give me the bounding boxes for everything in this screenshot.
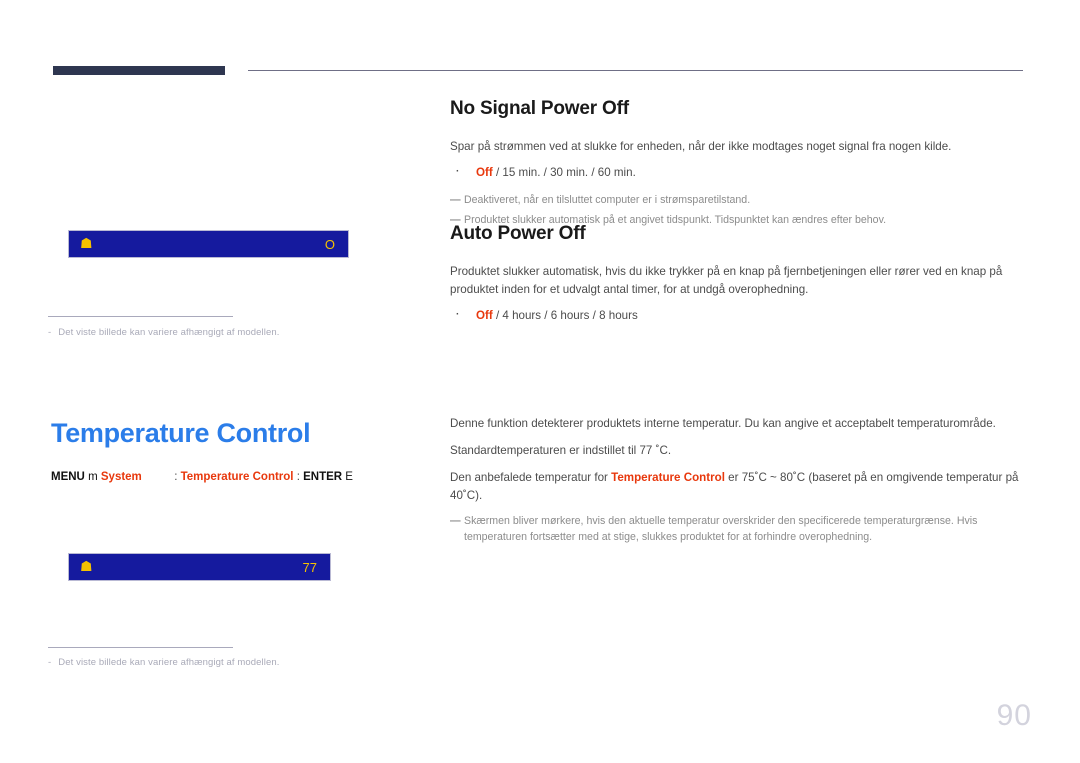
header-accent-bar (53, 66, 225, 75)
note-temperature-control: — Skærmen bliver mørkere, hvis den aktue… (450, 514, 1030, 546)
note-text-no-signal-1: Deaktiveret, når en tilsluttet computer … (464, 194, 751, 207)
temperature-paragraph-1: Denne funktion detekterer produktets int… (450, 417, 996, 430)
osd-value-temperature: 77 (302, 559, 317, 575)
footnote-divider-1 (48, 316, 233, 317)
section-no-signal-power-off: No Signal Power Off Spar på strømmen ved… (450, 98, 1030, 233)
osd-menu-icon: ☗ (80, 236, 93, 252)
footnote-text-1: Det viste billede kan variere afhængigt … (58, 327, 280, 338)
menu-path-breadcrumb: MENU m System : Temperature Control : EN… (51, 471, 353, 483)
temperature-paragraph-3: Den anbefalede temperatur for Temperatur… (450, 469, 1030, 505)
footnote-text-2: Det viste billede kan variere afhængigt … (58, 657, 280, 668)
note-no-signal-1: — Deaktiveret, når en tilsluttet compute… (450, 193, 1030, 209)
menu-path-target: Temperature Control (180, 471, 294, 483)
options-list-no-signal: · Off / 15 min. / 30 min. / 60 min. (450, 165, 1030, 181)
option-default-auto-power-off: Off (476, 308, 493, 322)
option-default-no-signal: Off (476, 165, 493, 179)
footnote-dash-2: - (48, 657, 52, 668)
footnote-1: - Det viste billede kan variere afhængigt… (48, 327, 279, 338)
menu-path-separator-2: : (296, 471, 300, 483)
osd-value-no-signal: O (324, 236, 335, 252)
options-text-auto-power-off: Off / 4 hours / 6 hours / 8 hours (476, 308, 638, 324)
note-dash-icon: — (450, 194, 461, 207)
page-number: 90 (996, 699, 1032, 732)
footnote-divider-2 (48, 647, 233, 648)
header-rule (248, 70, 1023, 71)
section-description-auto-power-off: Produktet slukker automatisk, hvis du ik… (450, 265, 1003, 296)
section-auto-power-off: Auto Power Off Produktet slukker automat… (450, 223, 1030, 336)
bullet-icon: · (456, 165, 460, 177)
page-title-temperature-control: Temperature Control (51, 418, 311, 448)
section-title-no-signal-power-off: No Signal Power Off (450, 98, 629, 119)
temperature-paragraph-2: Standardtemperaturen er indstillet til 7… (450, 443, 672, 457)
osd-temperature-icon: ☗ (80, 559, 93, 575)
note-dash-icon: — (450, 514, 461, 527)
section-description-no-signal: Spar på strømmen ved at slukke for enhed… (450, 140, 952, 153)
menu-path-enter-label: ENTER (303, 471, 343, 483)
options-text-no-signal: Off / 15 min. / 30 min. / 60 min. (476, 165, 636, 181)
temperature-control-highlight: Temperature Control (611, 470, 725, 484)
footnote-2: - Det viste billede kan variere afhængigt… (48, 657, 279, 668)
osd-preview-no-signal: ☗ O (68, 230, 349, 258)
enter-button-icon: E (345, 471, 353, 483)
bullet-icon: · (456, 308, 460, 320)
options-rest-no-signal: / 15 min. / 30 min. / 60 min. (492, 165, 636, 179)
menu-path-separator-1: : (174, 471, 178, 483)
section-title-auto-power-off: Auto Power Off (450, 223, 586, 244)
note-text-temperature-control: Skærmen bliver mørkere, hvis den aktuell… (464, 514, 978, 543)
menu-path-menu-label: MENU (51, 471, 85, 483)
section-temperature-control: Denne funktion detekterer produktets int… (450, 415, 1030, 550)
temperature-paragraph-3-before: Den anbefalede temperatur for (450, 470, 612, 484)
footnote-dash-1: - (48, 327, 52, 338)
options-rest-auto-power-off: / 4 hours / 6 hours / 8 hours (492, 308, 638, 322)
menu-button-icon: m (88, 471, 98, 483)
osd-preview-temperature-control: ☗ 77 (68, 553, 331, 581)
menu-path-system: System (100, 471, 142, 483)
options-list-auto-power-off: · Off / 4 hours / 6 hours / 8 hours (450, 308, 1030, 324)
